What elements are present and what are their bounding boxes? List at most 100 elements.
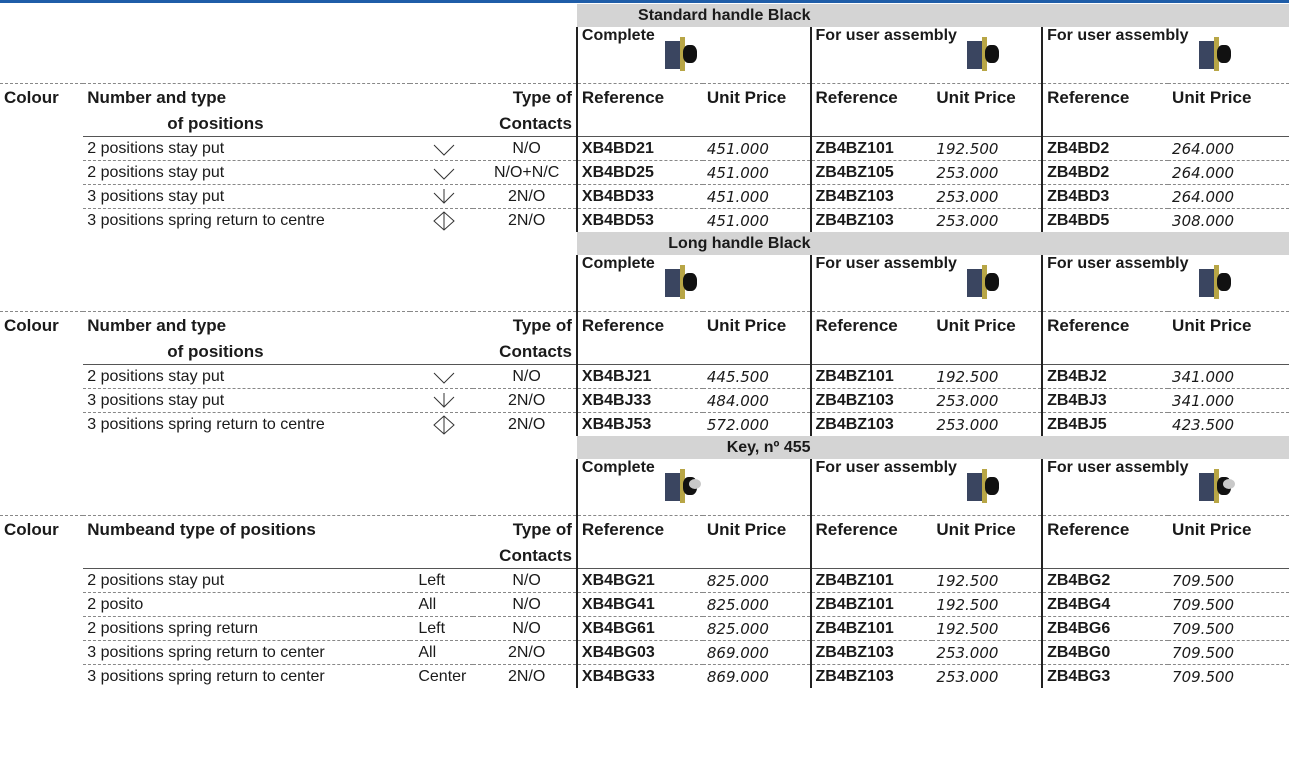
spring-return-icon bbox=[410, 208, 474, 232]
two-position-icon bbox=[410, 160, 474, 185]
price-body: 253.000 bbox=[932, 184, 1043, 209]
contact-type: N/O bbox=[473, 568, 577, 593]
positions-desc: 2 positions stay put bbox=[83, 568, 411, 593]
positions-desc: 2 positions stay put bbox=[83, 136, 411, 161]
reference-complete: XB4BD33 bbox=[575, 184, 703, 209]
reference-body: ZB4BZ103 bbox=[809, 412, 933, 436]
col-unit-price: Unit Price bbox=[1168, 83, 1289, 111]
col-reference: Reference bbox=[575, 83, 703, 111]
price-table: Standard handle Black Complete For user as… bbox=[0, 4, 1289, 688]
reference-complete: XB4BG21 bbox=[575, 568, 703, 593]
col-reference: Reference bbox=[1041, 311, 1169, 339]
price-head: 264.000 bbox=[1168, 136, 1289, 161]
col-reference: Reference bbox=[809, 83, 933, 111]
contact-type: N/O bbox=[473, 136, 577, 161]
product-complete-image bbox=[663, 467, 701, 507]
two-position-icon bbox=[410, 136, 474, 161]
table-row: 2 positions stay put N/O+N/C XB4BD25 451.00… bbox=[0, 160, 1289, 185]
three-position-icon bbox=[410, 184, 474, 209]
reference-head: ZB4BG3 bbox=[1041, 664, 1169, 688]
column-header-row-2: of positions Contacts bbox=[0, 111, 1289, 137]
key-position: Left bbox=[410, 616, 474, 641]
column-header-row: Colour Number and type Type of Reference Uni… bbox=[0, 311, 1289, 339]
top-accent-bar bbox=[0, 0, 1289, 3]
col-reference: Reference bbox=[1041, 515, 1169, 543]
price-head: 423.500 bbox=[1168, 412, 1289, 436]
reference-head: ZB4BD5 bbox=[1041, 208, 1169, 232]
reference-body: ZB4BZ103 bbox=[809, 664, 933, 688]
price-complete: 484.000 bbox=[702, 388, 811, 413]
col-contacts: Type of bbox=[473, 311, 577, 339]
reference-head: ZB4BG2 bbox=[1041, 568, 1169, 593]
col-colour: Colour bbox=[0, 515, 84, 543]
reference-complete: XB4BD21 bbox=[575, 136, 703, 161]
price-head: 709.500 bbox=[1168, 568, 1289, 593]
col-contacts-2: Contacts bbox=[499, 545, 572, 565]
spring-return-icon bbox=[410, 412, 474, 436]
positions-desc: 3 positions spring return to center bbox=[83, 640, 411, 665]
col-positions: Number and type bbox=[83, 83, 474, 111]
table-row: 2 positions spring return Left N/O XB4BG61 8… bbox=[0, 616, 1289, 641]
price-complete: 869.000 bbox=[702, 640, 811, 665]
reference-head: ZB4BD3 bbox=[1041, 184, 1169, 209]
price-complete: 869.000 bbox=[702, 664, 811, 688]
price-head: 264.000 bbox=[1168, 160, 1289, 185]
section-header: Key, nº 455 bbox=[0, 436, 1289, 459]
section-title: Key, nº 455 bbox=[576, 436, 811, 459]
group-header-row: Complete For user assembly For user assemb… bbox=[0, 459, 1289, 516]
price-head: 264.000 bbox=[1168, 184, 1289, 209]
product-complete-image bbox=[663, 263, 701, 303]
price-body: 253.000 bbox=[932, 412, 1043, 436]
product-body-image bbox=[965, 467, 1003, 507]
contact-type: 2N/O bbox=[473, 184, 577, 209]
reference-head: ZB4BG0 bbox=[1041, 640, 1169, 665]
price-body: 253.000 bbox=[932, 640, 1043, 665]
col-reference: Reference bbox=[575, 311, 703, 339]
key-position: Left bbox=[410, 568, 474, 593]
col-positions-2: of positions bbox=[167, 113, 264, 133]
column-header-row-2: of positions Contacts bbox=[0, 339, 1289, 365]
contact-type: 2N/O bbox=[473, 640, 577, 665]
contact-type: 2N/O bbox=[473, 388, 577, 413]
section-title: Standard handle Black bbox=[576, 4, 811, 27]
reference-complete: XB4BG33 bbox=[575, 664, 703, 688]
price-complete: 825.000 bbox=[702, 592, 811, 617]
group-user-assembly: For user assembly bbox=[809, 459, 1043, 516]
positions-desc: 3 positions spring return to centre bbox=[83, 412, 411, 436]
price-body: 253.000 bbox=[932, 388, 1043, 413]
price-head: 709.500 bbox=[1168, 664, 1289, 688]
table-row: 3 positions stay put 2N/O XB4BD33 451.000 ZB… bbox=[0, 184, 1289, 209]
col-unit-price: Unit Price bbox=[1168, 515, 1289, 543]
product-complete-image bbox=[663, 35, 701, 75]
price-head: 709.500 bbox=[1168, 640, 1289, 665]
contact-type: 2N/O bbox=[473, 412, 577, 436]
positions-desc: 2 positions stay put bbox=[83, 160, 411, 185]
col-reference: Reference bbox=[809, 515, 933, 543]
price-head: 308.000 bbox=[1168, 208, 1289, 232]
table-row: 2 positions stay put Left N/O XB4BG21 825.00… bbox=[0, 568, 1289, 593]
price-body: 192.500 bbox=[932, 136, 1043, 161]
col-contacts: Type of bbox=[473, 515, 577, 543]
key-position: All bbox=[410, 592, 474, 617]
price-body: 192.500 bbox=[932, 592, 1043, 617]
price-complete: 825.000 bbox=[702, 616, 811, 641]
key-position: Center bbox=[410, 664, 474, 688]
col-positions: Number and type bbox=[83, 311, 474, 339]
col-contacts-2: Contacts bbox=[499, 113, 572, 133]
reference-body: ZB4BZ103 bbox=[809, 184, 933, 209]
reference-head: ZB4BG4 bbox=[1041, 592, 1169, 617]
reference-body: ZB4BZ101 bbox=[809, 592, 933, 617]
contact-type: 2N/O bbox=[473, 664, 577, 688]
reference-head: ZB4BD2 bbox=[1041, 160, 1169, 185]
price-body: 192.500 bbox=[932, 364, 1043, 389]
contact-type: N/O bbox=[473, 616, 577, 641]
col-colour: Colour bbox=[0, 311, 84, 339]
price-head: 341.000 bbox=[1168, 388, 1289, 413]
price-body: 192.500 bbox=[932, 568, 1043, 593]
table-row: 3 positions spring return to center All 2N… bbox=[0, 640, 1289, 665]
reference-body: ZB4BZ101 bbox=[809, 136, 933, 161]
product-body-image bbox=[965, 35, 1003, 75]
group-user-assembly-head: For user assembly bbox=[1041, 27, 1289, 84]
price-complete: 572.000 bbox=[702, 412, 811, 436]
price-head: 341.000 bbox=[1168, 364, 1289, 389]
